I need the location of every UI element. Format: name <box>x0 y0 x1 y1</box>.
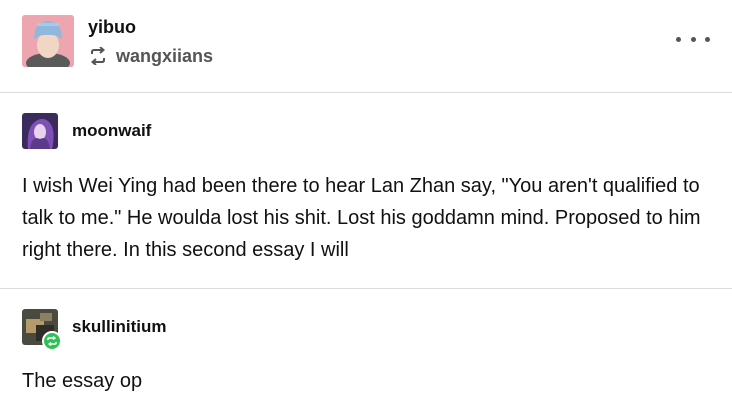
reblog-icon <box>88 46 108 66</box>
avatar[interactable] <box>22 113 58 149</box>
trail-item: moonwaif I wish Wei Ying had been there … <box>0 93 732 288</box>
ellipsis-icon <box>676 36 681 42</box>
trail-item: skullinitium The essay op <box>0 289 732 415</box>
reblog-badge-icon <box>42 331 62 351</box>
trail-text: The essay op <box>22 370 143 392</box>
ellipsis-icon <box>690 36 696 42</box>
post-card: yibuo wangxiians moonwaif I wish Wei Yin… <box>0 0 732 415</box>
trail-username[interactable]: moonwaif <box>72 121 151 141</box>
ellipsis-icon <box>705 36 710 42</box>
avatar[interactable] <box>22 15 74 67</box>
trail-text: I wish Wei Ying had been there to hear L… <box>22 175 701 261</box>
post-header: yibuo wangxiians <box>0 0 732 92</box>
reblog-source: wangxiians <box>88 45 213 67</box>
more-options-button[interactable] <box>676 28 710 50</box>
trail-username[interactable]: skullinitium <box>72 317 166 337</box>
reblog-username[interactable]: wangxiians <box>116 46 213 67</box>
op-username[interactable]: yibuo <box>88 17 136 38</box>
